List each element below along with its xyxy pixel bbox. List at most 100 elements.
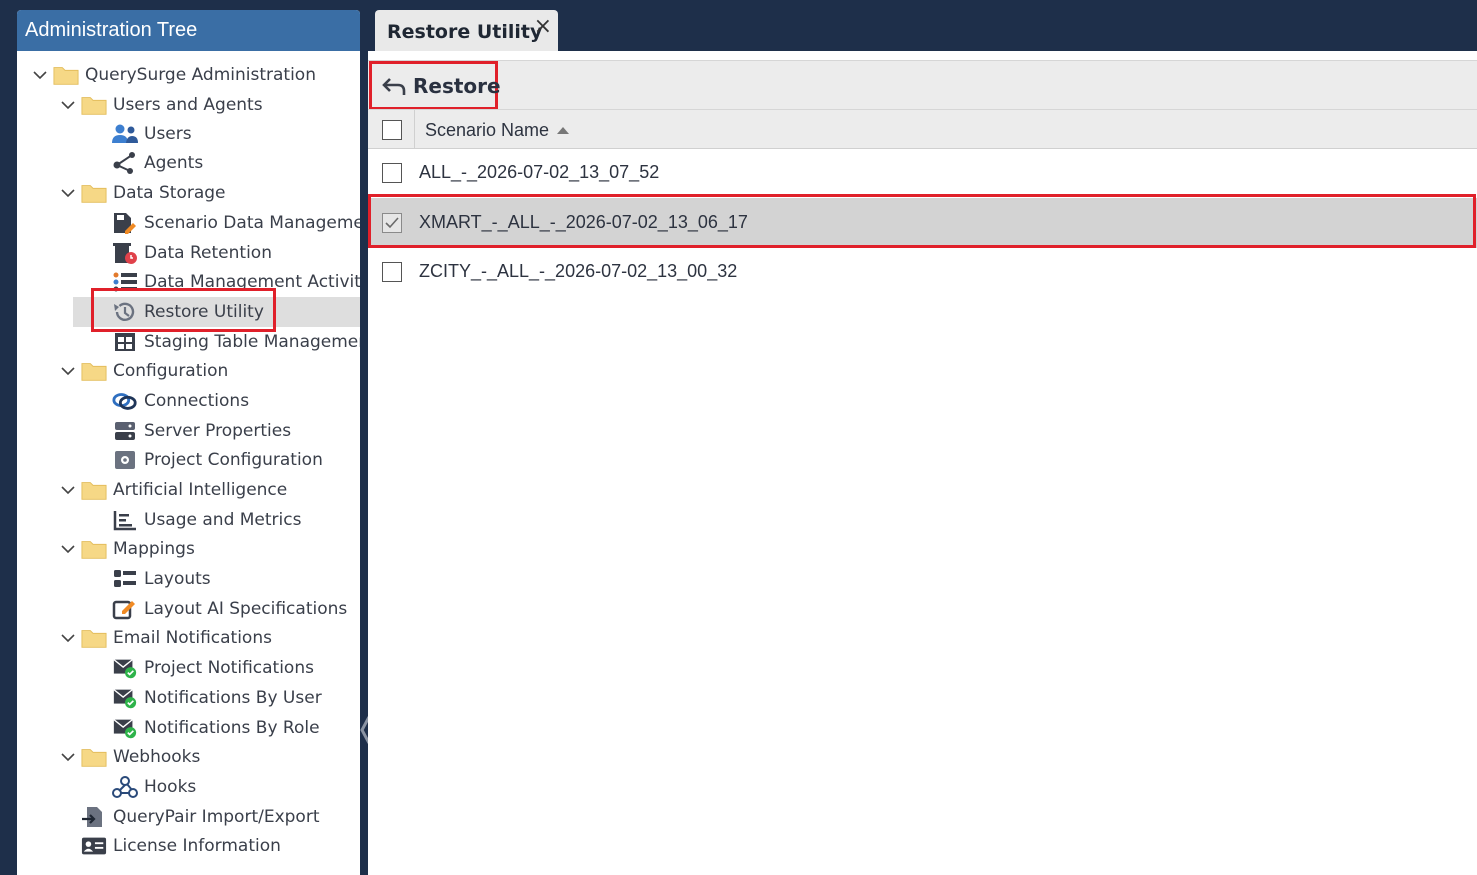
- tree-node-email-notifications[interactable]: Email Notifications: [17, 623, 360, 653]
- row-checkbox[interactable]: [382, 213, 402, 233]
- tree-node-artificial-intelligence[interactable]: Artificial Intelligence: [17, 475, 360, 505]
- activity-list-icon: [112, 270, 138, 294]
- folder-icon: [81, 626, 107, 650]
- tree-node-staging-table-management[interactable]: Staging Table Management: [17, 327, 360, 357]
- tree-node-restore-utility[interactable]: Restore Utility: [73, 297, 360, 327]
- tree-node-label: Usage and Metrics: [144, 510, 302, 530]
- tree-node-label: Mappings: [113, 539, 195, 559]
- administration-tree-title: Administration Tree: [17, 10, 360, 51]
- tree-node-agents[interactable]: Agents: [17, 148, 360, 178]
- tree-node-label: Artificial Intelligence: [113, 480, 288, 500]
- row-checkbox[interactable]: [382, 262, 402, 282]
- tree-node-license-information[interactable]: License Information: [17, 831, 360, 861]
- tree-node-hooks[interactable]: Hooks: [17, 772, 360, 802]
- data-retention-icon: [112, 241, 138, 265]
- scenario-data-icon: [112, 211, 138, 235]
- tree-node-project-notifications[interactable]: Project Notifications: [17, 653, 360, 683]
- mail-check-icon: [112, 686, 138, 710]
- select-all-checkbox[interactable]: [382, 120, 402, 140]
- table-row[interactable]: ALL_-_2026-07-02_13_07_52: [368, 148, 1477, 198]
- edit-icon: [112, 597, 138, 621]
- tree-node-label: Layout AI Specifications: [144, 599, 348, 619]
- tree-node-label: Layouts: [144, 569, 211, 589]
- restore-button[interactable]: Restore: [369, 61, 501, 110]
- tree-node-mappings[interactable]: Mappings: [17, 534, 360, 564]
- scenario-name-cell: ZCITY_-_ALL_-_2026-07-02_13_00_32: [419, 261, 738, 281]
- tree-node-layouts[interactable]: Layouts: [17, 564, 360, 594]
- restore-utility-content: Restore Scenario Name ALL_-_2026-07-02_1…: [368, 51, 1477, 875]
- grid-header: Scenario Name: [368, 109, 1477, 149]
- tree-node-label: Configuration: [113, 361, 229, 381]
- tree-node-notifications-by-role[interactable]: Notifications By Role: [17, 713, 360, 743]
- tree-node-configuration[interactable]: Configuration: [17, 356, 360, 386]
- row-checkbox[interactable]: [382, 163, 402, 183]
- agents-icon: [112, 151, 138, 175]
- tree-node-users[interactable]: Users: [17, 119, 360, 149]
- server-icon: [112, 419, 138, 443]
- tree-node-label: Notifications By Role: [144, 718, 320, 738]
- chevron-down-icon[interactable]: [61, 631, 75, 645]
- tree-node-label: Agents: [144, 153, 204, 173]
- tree-node-notifications-by-user[interactable]: Notifications By User: [17, 683, 360, 713]
- chevron-down-icon[interactable]: [61, 483, 75, 497]
- tree-node-data-storage[interactable]: Data Storage: [17, 178, 360, 208]
- tree-node-label: Users: [144, 124, 192, 144]
- mail-check-icon: [112, 716, 138, 740]
- users-icon: [112, 122, 138, 146]
- scenario-name-cell: XMART_-_ALL_-_2026-07-02_13_06_17: [419, 212, 748, 232]
- tree-node-label: Webhooks: [113, 747, 201, 767]
- tree-node-label: Data Storage: [113, 183, 226, 203]
- close-icon[interactable]: ×: [534, 14, 552, 39]
- tree-node-label: Hooks: [144, 777, 197, 797]
- administration-tree: QuerySurge Administration Users and Agen…: [17, 51, 360, 875]
- tree-node-querypair-import-export[interactable]: QueryPair Import/Export: [17, 802, 360, 832]
- tree-node-scenario-data-management[interactable]: Scenario Data Management: [17, 208, 360, 238]
- column-header-scenario-name[interactable]: Scenario Name: [425, 120, 570, 141]
- folder-icon: [81, 359, 107, 383]
- tree-node-label: Server Properties: [144, 421, 292, 441]
- administration-tree-panel: Administration Tree QuerySurge Administr…: [17, 10, 360, 875]
- tree-node-label: Project Configuration: [144, 450, 323, 470]
- tree-node-data-management-activity[interactable]: Data Management Activity: [17, 267, 360, 297]
- tree-node-label: Project Notifications: [144, 658, 314, 678]
- tree-node-querysurge-administration[interactable]: QuerySurge Administration: [17, 60, 360, 90]
- chevron-down-icon[interactable]: [61, 542, 75, 556]
- tree-node-connections[interactable]: Connections: [17, 386, 360, 416]
- tree-node-data-retention[interactable]: Data Retention: [17, 238, 360, 268]
- tree-node-server-properties[interactable]: Server Properties: [17, 416, 360, 446]
- tree-node-project-configuration[interactable]: Project Configuration: [17, 445, 360, 475]
- tree-node-label: Connections: [144, 391, 250, 411]
- tree-node-label: Data Management Activity: [144, 272, 360, 292]
- table-row[interactable]: ZCITY_-_ALL_-_2026-07-02_13_00_32: [368, 247, 1477, 297]
- tree-node-usage-and-metrics[interactable]: Usage and Metrics: [17, 505, 360, 535]
- tree-node-label: Email Notifications: [113, 628, 272, 648]
- folder-icon: [53, 63, 79, 87]
- tab-restore-utility[interactable]: Restore Utility ×: [375, 10, 558, 51]
- table-row[interactable]: XMART_-_ALL_-_2026-07-02_13_06_17: [368, 198, 1477, 248]
- tree-node-users-and-agents[interactable]: Users and Agents: [17, 90, 360, 120]
- mail-check-icon: [112, 656, 138, 680]
- chevron-down-icon[interactable]: [61, 364, 75, 378]
- restore-button-label: Restore: [413, 73, 501, 98]
- tree-node-label: License Information: [113, 836, 281, 856]
- chevron-down-icon[interactable]: [33, 68, 47, 82]
- tree-node-label: Staging Table Management: [144, 332, 360, 352]
- tree-node-label: QuerySurge Administration: [85, 65, 316, 85]
- tree-node-layout-ai-specifications[interactable]: Layout AI Specifications: [17, 594, 360, 624]
- layouts-icon: [112, 567, 138, 591]
- folder-icon: [81, 537, 107, 561]
- folder-icon: [81, 93, 107, 117]
- folder-icon: [81, 181, 107, 205]
- column-header-label: Scenario Name: [425, 120, 550, 140]
- toolbar: Restore: [368, 60, 1477, 110]
- chevron-down-icon[interactable]: [61, 98, 75, 112]
- chevron-down-icon[interactable]: [61, 186, 75, 200]
- tree-node-webhooks[interactable]: Webhooks: [17, 742, 360, 772]
- undo-arrow-icon: [381, 75, 407, 97]
- checkmark-icon: [385, 217, 399, 229]
- sort-ascending-icon: [557, 127, 570, 134]
- folder-icon: [81, 478, 107, 502]
- chevron-down-icon[interactable]: [61, 750, 75, 764]
- tab-label: Restore Utility: [387, 21, 543, 43]
- project-config-icon: [112, 448, 138, 472]
